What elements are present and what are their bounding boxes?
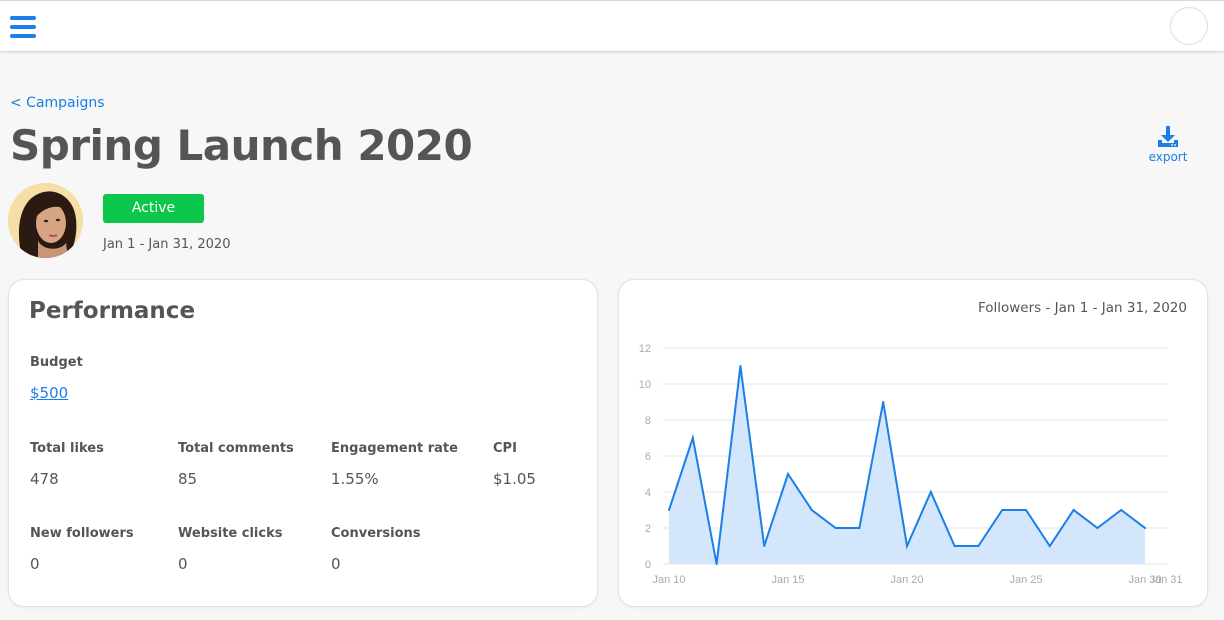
data-point — [1144, 527, 1146, 529]
data-point — [810, 509, 813, 511]
metric-value-website-clicks: 0 — [178, 555, 188, 573]
campaign-date-range: Jan 1 - Jan 31, 2020 — [103, 237, 231, 252]
page-title: Spring Launch 2020 — [10, 121, 473, 170]
x-tick-label: Jan 10 — [652, 574, 685, 586]
data-point — [977, 545, 980, 547]
metric-label-total-comments: Total comments — [178, 441, 294, 456]
metric-label-conversions: Conversions — [331, 526, 421, 541]
budget-value-link[interactable]: $500 — [30, 384, 68, 402]
data-point — [1096, 527, 1099, 529]
data-point — [1001, 509, 1004, 511]
data-point — [1120, 509, 1123, 511]
top-bar — [0, 0, 1224, 51]
data-point — [929, 491, 932, 493]
metric-value-new-followers: 0 — [30, 555, 40, 573]
data-point — [953, 545, 956, 547]
data-point — [715, 563, 718, 565]
breadcrumb-campaigns-link[interactable]: < Campaigns — [10, 95, 105, 111]
followers-chart: 024681012Jan 10 Jan 15 Jan 20 Jan 25 Jan 30J… — [639, 343, 1183, 586]
data-point — [668, 509, 670, 511]
data-point — [1072, 509, 1075, 511]
followers-chart-card: Followers - Jan 1 - Jan 31, 2020 0 2 4 6 8 10… — [618, 279, 1208, 607]
data-point — [763, 545, 766, 547]
y-tick-label: 12 — [639, 343, 651, 355]
y-tick-label: 0 — [645, 559, 651, 571]
data-point — [1025, 509, 1027, 511]
performance-card: Performance Budget $500 Total likes 478 … — [8, 279, 598, 607]
data-point — [834, 527, 837, 529]
performance-title: Performance — [29, 298, 196, 324]
export-button[interactable]: export — [1146, 125, 1190, 164]
data-point — [1048, 545, 1051, 547]
metric-label-engagement-rate: Engagement rate — [331, 441, 458, 456]
x-tick-label: Jan 15 — [771, 574, 804, 586]
x-tick-label: Jan 25 — [1009, 574, 1042, 586]
y-tick-label: 10 — [639, 379, 651, 391]
metric-label-total-likes: Total likes — [30, 441, 104, 456]
data-point — [906, 545, 908, 547]
data-point — [858, 527, 861, 529]
metric-value-total-comments: 85 — [178, 470, 198, 488]
metric-value-conversions: 0 — [331, 555, 341, 573]
metric-value-cpi: $1.05 — [493, 470, 536, 488]
metric-label-new-followers: New followers — [30, 526, 134, 541]
metric-value-engagement-rate: 1.55% — [331, 470, 379, 488]
data-point — [882, 401, 885, 403]
data-point — [691, 437, 694, 439]
y-tick-label: 4 — [645, 487, 651, 499]
profile-avatar-button[interactable] — [1170, 7, 1208, 45]
metric-label-cpi: CPI — [493, 441, 517, 456]
y-tick-label: 2 — [645, 523, 651, 535]
avatar — [8, 183, 83, 258]
data-point — [787, 473, 789, 475]
hamburger-menu-icon[interactable] — [10, 16, 36, 38]
status-badge: Active — [103, 194, 204, 223]
metric-value-total-likes: 478 — [30, 470, 59, 488]
y-tick-label: 6 — [645, 451, 651, 463]
y-tick-label: 8 — [645, 415, 651, 427]
download-icon — [1158, 126, 1178, 147]
budget-label: Budget — [30, 355, 83, 370]
x-tick-label: Jan 31 — [1149, 574, 1182, 586]
x-tick-label: Jan 20 — [890, 574, 923, 586]
followers-area — [669, 366, 1145, 564]
export-label: export — [1148, 150, 1188, 164]
data-point — [739, 365, 742, 367]
metric-label-website-clicks: Website clicks — [178, 526, 283, 541]
